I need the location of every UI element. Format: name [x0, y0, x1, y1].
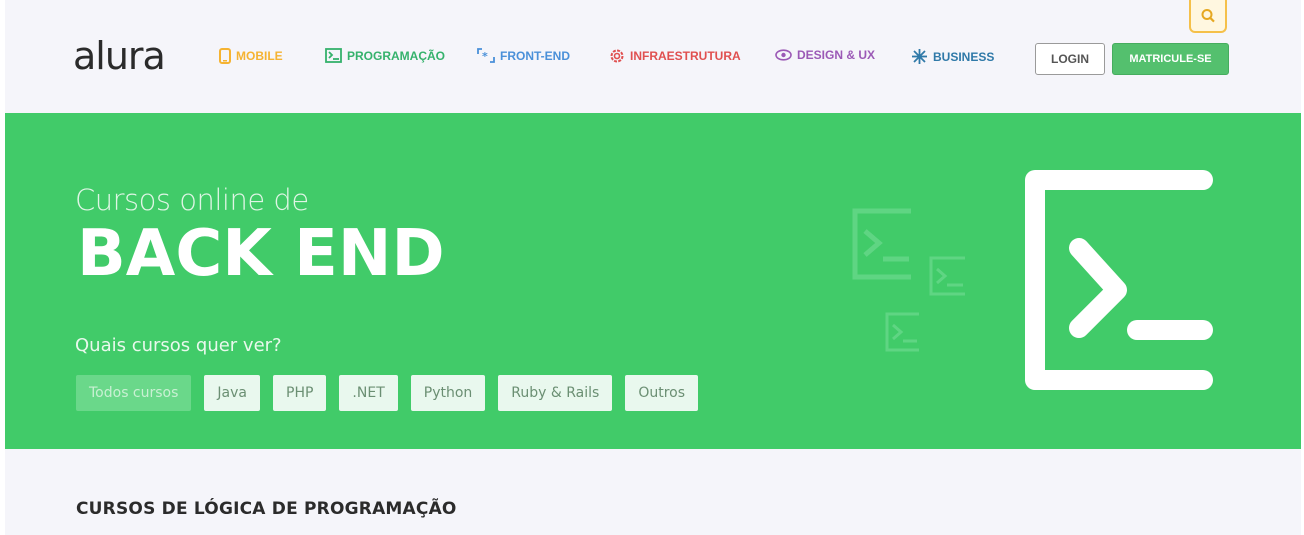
gear-icon [610, 49, 624, 63]
search-icon [1201, 8, 1215, 22]
filter-question: Quais cursos quer ver? [75, 335, 282, 356]
nav-item-design-ux[interactable]: DESIGN & UX [775, 48, 875, 62]
mobile-icon [219, 48, 231, 64]
terminal-icon [852, 208, 911, 280]
page: alura MOBILE PROGRAMAÇÃO * FRONT-END INF… [5, 0, 1301, 535]
filter-chip-dotnet[interactable]: .NET [339, 375, 398, 411]
nav-item-programacao[interactable]: PROGRAMAÇÃO [325, 48, 445, 63]
nav-label-mobile: MOBILE [236, 49, 283, 63]
filter-chip-todos[interactable]: Todos cursos [76, 375, 192, 411]
eye-icon [775, 49, 792, 61]
network-icon [912, 49, 927, 64]
signup-button[interactable]: MATRICULE-SE [1112, 43, 1229, 75]
filter-chip-java[interactable]: Java [204, 375, 260, 411]
search-button[interactable] [1189, 0, 1227, 33]
filter-chip-outros[interactable]: Outros [625, 375, 699, 411]
alura-logo[interactable]: alura [73, 34, 166, 78]
terminal-icon [929, 256, 965, 296]
nav-label-front-end: FRONT-END [500, 48, 570, 63]
terminal-icon [325, 48, 342, 63]
code-brackets-icon: * [477, 48, 495, 63]
filter-chip-python[interactable]: Python [410, 375, 486, 411]
nav-item-mobile[interactable]: MOBILE [219, 48, 283, 64]
nav-label-design-ux: DESIGN & UX [797, 48, 876, 62]
course-filter-list: Todos cursos Java PHP .NET Python Ruby &… [76, 375, 699, 411]
nav-item-infraestrutura[interactable]: INFRAESTRUTURA [609, 48, 741, 64]
hero-banner: Cursos online de BACK END Quais cursos q… [5, 113, 1301, 449]
filter-chip-ruby[interactable]: Ruby & Rails [498, 375, 613, 411]
terminal-large-icon [1025, 170, 1213, 390]
login-button[interactable]: LOGIN [1035, 43, 1105, 75]
section-heading: CURSOS DE LÓGICA DE PROGRAMAÇÃO [76, 499, 457, 519]
nav-label-infraestrutura: INFRAESTRUTURA [630, 49, 741, 63]
filter-chip-php[interactable]: PHP [273, 375, 327, 411]
nav-item-business[interactable]: BUSINESS [911, 48, 994, 65]
terminal-icon [885, 312, 919, 352]
site-header: alura MOBILE PROGRAMAÇÃO * FRONT-END INF… [5, 0, 1301, 113]
nav-item-front-end[interactable]: * FRONT-END [477, 48, 570, 63]
nav-label-business: BUSINESS [933, 49, 995, 64]
hero-subtitle: Cursos online de [75, 183, 309, 217]
hero-title: BACK END [77, 217, 445, 291]
svg-text:*: * [482, 50, 488, 63]
nav-label-programacao: PROGRAMAÇÃO [347, 48, 445, 63]
